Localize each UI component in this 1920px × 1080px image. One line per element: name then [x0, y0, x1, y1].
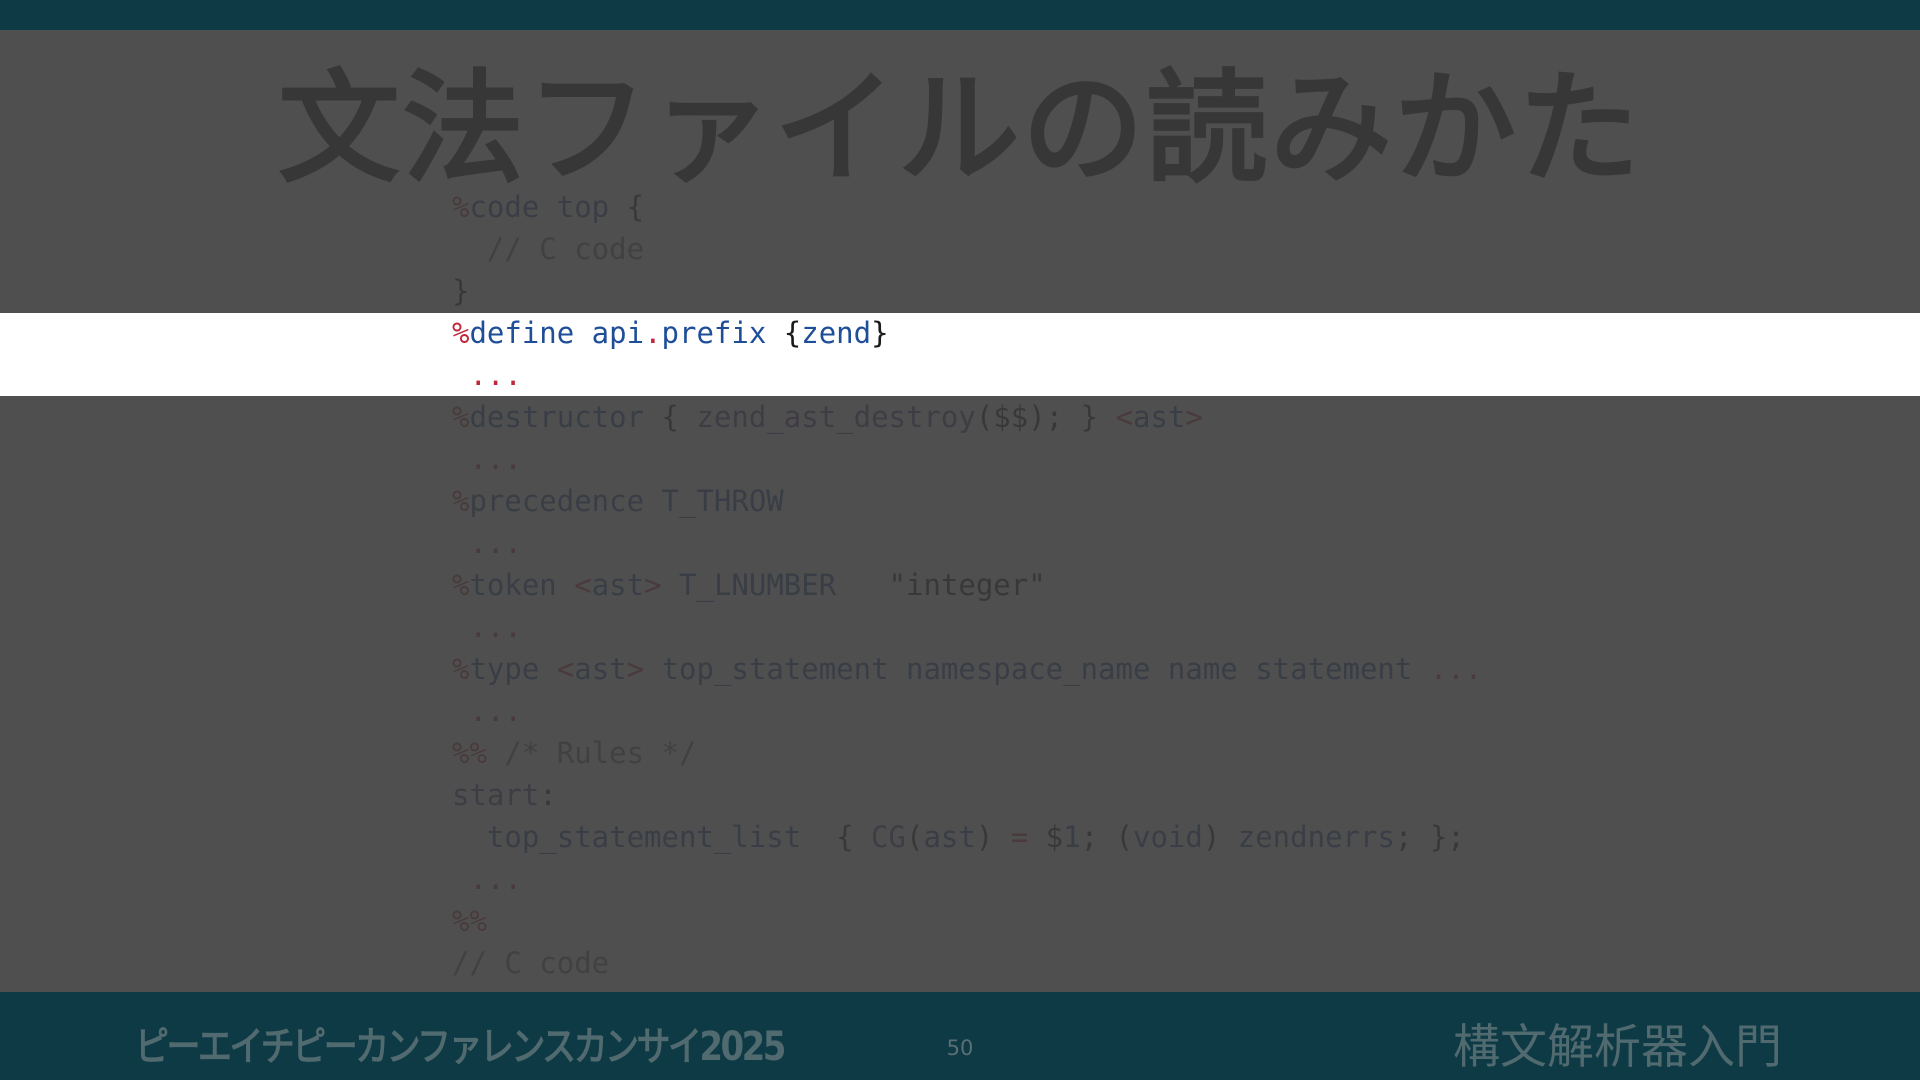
- code-token: (: [905, 820, 924, 854]
- code-line: }: [452, 270, 1482, 312]
- code-token: ...: [452, 442, 522, 476]
- code-token: top_statement_list: [452, 820, 802, 854]
- code-token: ($$); }: [975, 400, 1116, 434]
- code-line: %token <ast> T_LNUMBER "integer": [452, 564, 1482, 606]
- code-token: ...: [452, 694, 522, 728]
- code-token: CG: [871, 820, 906, 854]
- code-token: ast: [574, 652, 627, 686]
- code-token: token: [469, 568, 575, 602]
- code-token: {: [644, 400, 697, 434]
- code-token: .: [644, 316, 662, 350]
- code-token: <: [574, 568, 592, 602]
- code-token: =: [1010, 820, 1029, 854]
- code-token: %: [452, 652, 470, 686]
- code-token: code top: [469, 190, 610, 224]
- code-line: ...: [452, 606, 1482, 648]
- talk-subject: 構文解析器入門: [1453, 1020, 1782, 1075]
- code-line: ...: [452, 690, 1482, 732]
- code-token: {: [766, 316, 802, 350]
- code-token: precedence T_THROW: [469, 484, 784, 518]
- code-token: >: [1185, 400, 1203, 434]
- code-line: top_statement_list { CG(ast) = $1; (void…: [452, 816, 1482, 858]
- slide-title: 文法ファイルの読みかた: [278, 56, 1642, 200]
- code-line: ...: [452, 438, 1482, 480]
- code-token: >: [644, 568, 662, 602]
- code-token: "integer": [836, 568, 1046, 602]
- code-line: %destructor { zend_ast_destroy($$); } <a…: [452, 396, 1482, 438]
- code-token: ast: [591, 568, 645, 602]
- code-token: zend: [801, 316, 872, 350]
- code-token: ast: [1132, 400, 1186, 434]
- code-token: >: [626, 652, 645, 686]
- code-token: // C code: [452, 946, 610, 980]
- code-token: <: [1115, 400, 1133, 434]
- code-token: ...: [452, 610, 522, 644]
- code-token: top_statement namespace_name name statem…: [644, 652, 1430, 686]
- code-token: %: [452, 190, 470, 224]
- code-token: 1: [1063, 820, 1081, 854]
- code-token: %: [452, 316, 470, 350]
- top-bar: [0, 0, 1920, 30]
- code-line: // C code: [452, 942, 1482, 984]
- code-token: // C code: [452, 232, 645, 266]
- code-token: <: [556, 652, 575, 686]
- code-token: define api: [469, 316, 645, 350]
- code-line: ...: [452, 858, 1482, 900]
- code-line: %%: [452, 900, 1482, 942]
- code-line: %code top {: [452, 186, 1482, 228]
- code-token: }: [452, 274, 470, 308]
- code-token: prefix: [661, 316, 767, 350]
- code-token: $: [1028, 820, 1064, 854]
- code-line: ...: [452, 354, 1482, 396]
- code-token: ...: [452, 862, 522, 896]
- code-token: ): [975, 820, 1011, 854]
- code-token: {: [609, 190, 645, 224]
- code-line: %% /* Rules */: [452, 732, 1482, 774]
- code-token: %: [452, 568, 470, 602]
- code-line: start:: [452, 774, 1482, 816]
- code-token: destructor: [469, 400, 645, 434]
- code-token: ...: [452, 526, 522, 560]
- code-token: %%: [452, 904, 487, 938]
- code-token: T_LNUMBER: [661, 568, 837, 602]
- code-token: zendnerrs: [1237, 820, 1395, 854]
- code-token: :: [539, 778, 557, 812]
- code-token: ; };: [1394, 820, 1465, 854]
- code-token: {: [801, 820, 872, 854]
- code-token: ...: [452, 358, 522, 392]
- code-line: %precedence T_THROW: [452, 480, 1482, 522]
- code-line: ...: [452, 522, 1482, 564]
- code-block: %code top { // C code} %define api.prefix…: [452, 186, 1482, 984]
- code-token: %%: [452, 736, 487, 770]
- code-token: ...: [1429, 652, 1483, 686]
- code-token: type: [469, 652, 557, 686]
- code-token: %: [452, 400, 470, 434]
- code-token: /* Rules */: [486, 736, 697, 770]
- code-line: %type <ast> top_statement namespace_name…: [452, 648, 1482, 690]
- code-token: void: [1133, 820, 1203, 854]
- code-token: ; (: [1080, 820, 1133, 854]
- code-token: zend_ast_destroy: [696, 400, 976, 434]
- code-token: ): [1202, 820, 1238, 854]
- code-line: %define api.prefix {zend}: [452, 312, 1482, 354]
- code-token: ast: [923, 820, 976, 854]
- code-token: start: [452, 778, 540, 812]
- code-token: }: [871, 316, 889, 350]
- code-token: %: [452, 484, 470, 518]
- code-line: // C code: [452, 228, 1482, 270]
